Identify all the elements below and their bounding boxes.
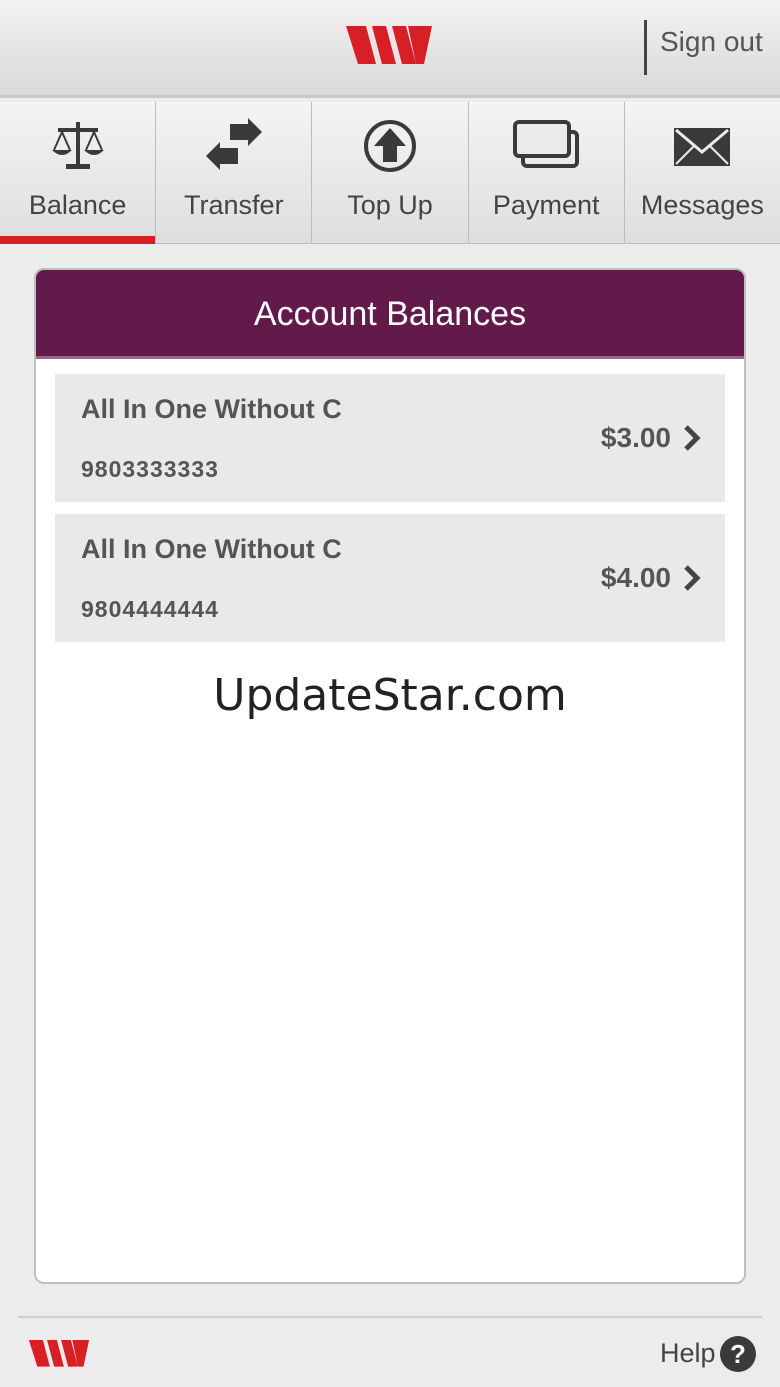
- footer-divider: [18, 1316, 762, 1318]
- main-tab-bar: Balance Transfer Top Up Payment Messages: [0, 102, 780, 244]
- tab-messages[interactable]: Messages: [624, 102, 780, 244]
- chevron-right-icon: [684, 565, 701, 591]
- tab-top-up-label: Top Up: [347, 190, 433, 220]
- tab-payment-label: Payment: [492, 190, 600, 220]
- tab-top-up[interactable]: Top Up: [312, 102, 469, 244]
- tab-messages-label: Messages: [640, 190, 764, 220]
- watermark-text: UpdateStar.com: [213, 670, 567, 721]
- account-name: All In One Without C: [81, 534, 342, 564]
- account-row[interactable]: All In One Without C 9803333333 $3.00: [55, 374, 725, 502]
- scales-icon: [51, 122, 104, 169]
- sign-out-button[interactable]: Sign out: [660, 26, 763, 58]
- westpac-logo: [28, 1340, 90, 1367]
- cards-icon: [513, 120, 580, 168]
- help-question-icon[interactable]: ?: [720, 1336, 756, 1372]
- tab-balance[interactable]: Balance: [0, 102, 157, 244]
- account-balance: $4.00: [600, 562, 671, 593]
- account-balance: $3.00: [600, 422, 671, 453]
- tab-transfer[interactable]: Transfer: [156, 102, 313, 244]
- account-name: All In One Without C: [81, 394, 342, 424]
- tab-balance-label: Balance: [28, 190, 127, 220]
- envelope-icon: [674, 128, 731, 166]
- help-link[interactable]: Help: [660, 1338, 716, 1369]
- account-balances-panel: Account Balances All In One Without C 98…: [34, 268, 746, 1284]
- tab-transfer-label: Transfer: [184, 190, 284, 220]
- chevron-right-icon: [684, 425, 701, 451]
- tab-payment[interactable]: Payment: [468, 102, 625, 244]
- header-divider: [644, 20, 647, 75]
- account-row[interactable]: All In One Without C 9804444444 $4.00: [55, 514, 725, 642]
- app-header: Sign out: [0, 0, 780, 98]
- arrow-up-circle-icon: [364, 120, 416, 172]
- account-number: 9803333333: [81, 456, 219, 482]
- transfer-arrows-icon: [205, 118, 262, 170]
- westpac-logo: [346, 26, 432, 64]
- account-number: 9804444444: [81, 596, 219, 622]
- panel-title: Account Balances: [36, 270, 744, 359]
